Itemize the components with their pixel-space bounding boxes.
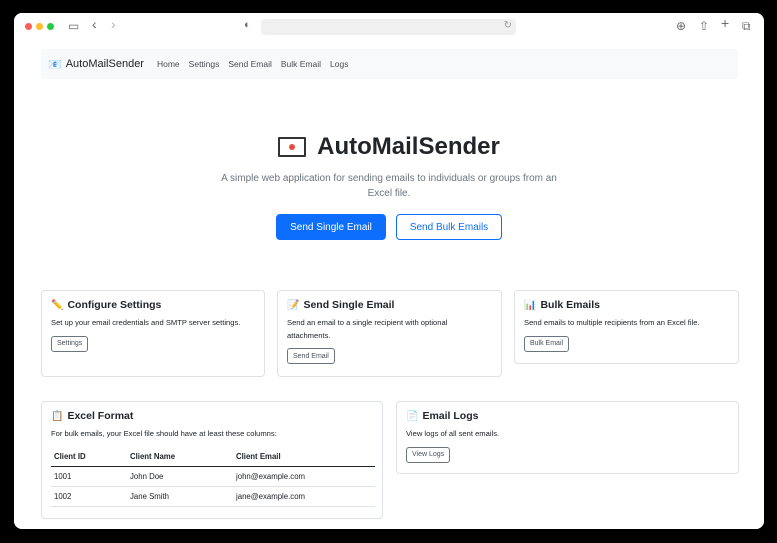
envelope-icon: 📧 <box>48 58 62 71</box>
excel-columns-table: Client ID Client Name Client Email 1001 … <box>51 446 375 507</box>
card-text: Send an email to a single recipient with… <box>287 318 448 340</box>
column-header: Client Email <box>233 446 375 467</box>
card-title: 📊 Bulk Emails <box>524 299 729 311</box>
table-cell: 1002 <box>51 486 127 507</box>
bulk-emails-card: 📊 Bulk Emails Send emails to multiple re… <box>514 290 739 364</box>
card-title-text: Configure Settings <box>67 299 162 311</box>
nav-links: Home Settings Send Email Bulk Email Logs <box>157 59 357 69</box>
hero-section: AutoMailSender A simple web application … <box>14 133 764 240</box>
table-row: 1002 Jane Smith jane@example.com <box>51 486 375 507</box>
send-single-email-card: 📝 Send Single Email Send an email to a s… <box>277 290 502 377</box>
send-email-button[interactable]: Send Email <box>287 348 335 364</box>
settings-button[interactable]: Settings <box>51 335 89 352</box>
card-title: 📝 Send Single Email <box>287 299 492 311</box>
nav-link-home[interactable]: Home <box>157 59 180 69</box>
table-cell: 1001 <box>51 466 127 487</box>
view-logs-button[interactable]: View Logs <box>406 446 451 463</box>
table-header-row: Client ID Client Name Client Email <box>51 446 375 467</box>
hero-buttons: Send Single Email Send Bulk Emails <box>14 214 764 240</box>
card-title-text: Bulk Emails <box>540 299 600 311</box>
column-header: Client ID <box>51 446 127 467</box>
card-text: Set up your email credentials and SMTP s… <box>51 318 241 327</box>
table-cell: John Doe <box>127 466 233 487</box>
card-title-text: Send Single Email <box>303 299 395 311</box>
card-title: 📄 Email Logs <box>406 410 729 422</box>
pencil-icon: ✏️ <box>51 299 64 311</box>
send-single-email-button[interactable]: Send Single Email <box>276 214 386 240</box>
reload-icon[interactable]: ↻ <box>504 20 512 31</box>
card-title-text: Email Logs <box>422 410 479 422</box>
navbar-brand[interactable]: 📧 AutoMailSender <box>48 58 144 71</box>
table-cell: Jane Smith <box>127 486 233 507</box>
hero-heading: AutoMailSender <box>14 133 764 161</box>
plus-icon[interactable]: + <box>721 16 729 30</box>
envelope-icon <box>278 137 307 157</box>
hero-title: AutoMailSender <box>317 133 500 160</box>
table-row: 1001 John Doe john@example.com <box>51 466 375 487</box>
download-icon[interactable]: ⊕ <box>676 19 686 33</box>
page-content: 📧 AutoMailSender Home Settings Send Emai… <box>14 41 764 529</box>
nav-link-logs[interactable]: Logs <box>330 59 348 69</box>
nav-link-bulk-email[interactable]: Bulk Email <box>281 59 321 69</box>
nav-link-send-email[interactable]: Send Email <box>228 59 271 69</box>
configure-settings-card: ✏️ Configure Settings Set up your email … <box>41 290 265 377</box>
email-logs-card: 📄 Email Logs View logs of all sent email… <box>396 401 739 474</box>
browser-toolbar: ▭ ‹ › ◐ ↻ ⊕ ⇧ + ⧉ <box>14 13 764 41</box>
card-text: View logs of all sent emails. <box>406 429 500 438</box>
memo-icon: 📝 <box>287 299 300 311</box>
chevron-right-icon[interactable]: › <box>111 17 116 31</box>
card-title: 📋 Excel Format <box>51 410 373 422</box>
privacy-shield-icon[interactable]: ◐ <box>244 19 251 31</box>
brand-name: AutoMailSender <box>65 58 144 70</box>
chevron-left-icon[interactable]: ‹ <box>92 17 97 31</box>
sidebar-icon[interactable]: ▭ <box>68 19 79 33</box>
zoom-window-button[interactable] <box>47 23 54 30</box>
bar-chart-icon: 📊 <box>524 299 537 311</box>
clipboard-icon: 📋 <box>51 410 64 422</box>
share-icon[interactable]: ⇧ <box>699 19 709 33</box>
card-text: For bulk emails, your Excel file should … <box>51 429 277 438</box>
address-bar[interactable]: ↻ <box>261 19 516 35</box>
bulk-email-button[interactable]: Bulk Email <box>524 335 570 352</box>
card-title: ✏️ Configure Settings <box>51 299 255 311</box>
close-window-button[interactable] <box>25 23 32 30</box>
hero-subtitle: A simple web application for sending ema… <box>221 173 557 199</box>
nav-link-settings[interactable]: Settings <box>189 59 220 69</box>
document-icon: 📄 <box>406 410 419 422</box>
column-header: Client Name <box>127 446 233 467</box>
table-cell: john@example.com <box>233 466 375 487</box>
card-title-text: Excel Format <box>67 410 134 422</box>
navbar: 📧 AutoMailSender Home Settings Send Emai… <box>41 49 738 79</box>
minimize-window-button[interactable] <box>36 23 43 30</box>
excel-format-card: 📋 Excel Format For bulk emails, your Exc… <box>41 401 383 519</box>
tabs-overview-icon[interactable]: ⧉ <box>742 19 751 33</box>
table-cell: jane@example.com <box>233 486 375 507</box>
send-bulk-emails-button[interactable]: Send Bulk Emails <box>396 214 502 240</box>
browser-window: ▭ ‹ › ◐ ↻ ⊕ ⇧ + ⧉ 📧 AutoMailSender Home … <box>14 13 764 529</box>
card-text: Send emails to multiple recipients from … <box>524 318 700 327</box>
